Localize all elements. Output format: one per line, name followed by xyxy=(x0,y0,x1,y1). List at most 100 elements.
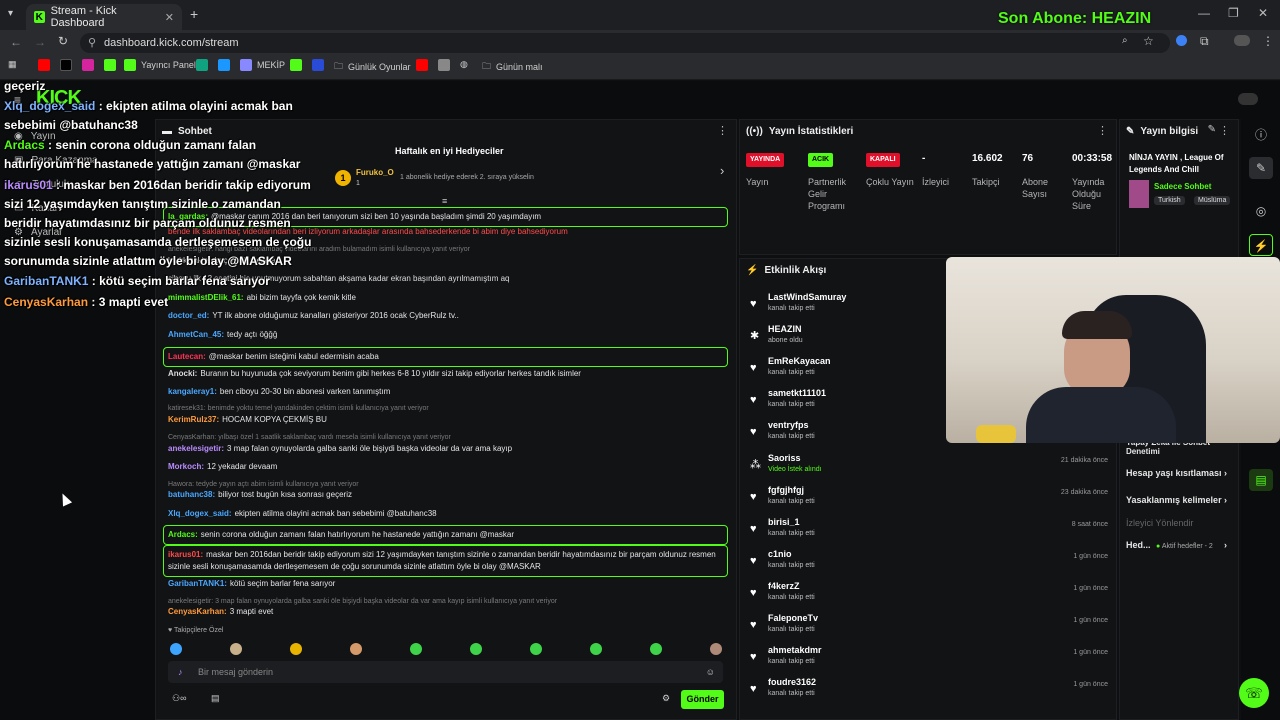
close-window-icon[interactable]: ✕ xyxy=(1258,6,1268,20)
chat-username[interactable]: mimmalistDElik_61: xyxy=(168,293,244,302)
emote-icon[interactable] xyxy=(530,643,542,655)
event-item[interactable]: ♥ f4kerzZ kanalı takip etti 1 gün önce xyxy=(744,581,1114,611)
emoji-icon[interactable]: ☺ xyxy=(706,661,715,683)
target-rail-icon[interactable]: ◎ xyxy=(1249,200,1273,222)
new-tab-icon[interactable]: + xyxy=(190,6,198,22)
event-username[interactable]: HEAZIN xyxy=(768,324,802,334)
chat-message[interactable]: KerimRulz37: HOCAM KOPYA ÇEKMİŞ BU xyxy=(168,414,728,426)
chat-username[interactable]: doctor_ed: xyxy=(168,311,209,320)
bookmark-gunun-mali[interactable]: 🗀 Günün malı xyxy=(482,59,543,75)
chat-username[interactable]: Morkoch: xyxy=(168,462,204,471)
chat-message[interactable]: ikarus01: maskar ben 2016dan beridir taki… xyxy=(163,545,728,577)
link-icon[interactable]: ⚇∞ xyxy=(172,693,186,704)
bookmark-mekip[interactable]: MEKİP xyxy=(240,59,285,71)
chat-username[interactable]: ikarus01: xyxy=(168,550,203,559)
pen-rail-icon[interactable]: ✎ xyxy=(1249,157,1273,179)
edit-icon[interactable]: ✎ xyxy=(1208,124,1216,135)
bookmark-star-icon[interactable]: ☆ xyxy=(1143,34,1154,48)
chat-message[interactable]: batuhanc38: biliyor tost bugün kısa sonra… xyxy=(168,489,728,501)
chat-username[interactable]: AhmetCan_45: xyxy=(168,330,224,339)
reload-icon[interactable]: ↻ xyxy=(58,34,68,48)
chat-username[interactable]: Lautecan: xyxy=(168,352,206,361)
event-item[interactable]: ♥ fgfgjhfgj kanalı takip etti 23 dakika önc… xyxy=(744,485,1114,515)
youtube-bookmark[interactable] xyxy=(38,59,50,71)
chatgpt-bookmark[interactable] xyxy=(196,59,208,71)
event-username[interactable]: foudre3162 xyxy=(768,677,816,687)
bookmark-gunluk-oyunlar[interactable]: 🗀 Günlük Oyunlar xyxy=(334,59,411,75)
x-bookmark[interactable] xyxy=(60,59,72,71)
chat-message[interactable]: CenyasKarhan: 3 mapti evet xyxy=(168,606,728,618)
extensions-puzzle-icon[interactable]: ⧉ xyxy=(1200,34,1209,49)
chat-message[interactable]: kangaleray1: ben ciboyu 20-30 bin abonesi… xyxy=(168,386,728,398)
chat-settings-icon[interactable]: ⚙ xyxy=(662,693,670,704)
emote-icon[interactable] xyxy=(710,643,722,655)
maximize-icon[interactable]: ❐ xyxy=(1228,6,1239,20)
event-item[interactable]: ♥ FaleponeTv kanalı takip etti 1 gün önce xyxy=(744,613,1114,643)
bookmark-streamer-panel[interactable]: Yayıncı Paneli xyxy=(124,59,198,71)
chat-message[interactable]: Anocki: Buranın bu huyunuda çok seviyorum… xyxy=(168,368,728,380)
category-name[interactable]: Sadece Sohbet xyxy=(1154,182,1211,191)
event-username[interactable]: LastWindSamuray xyxy=(768,292,846,302)
chat-message[interactable]: AhmetCan_45: tedy açtı öğğğ xyxy=(168,329,728,341)
chat-message[interactable]: Xlq_dogex_said: ekipten atilma olayini ac… xyxy=(168,508,728,520)
event-username[interactable]: c1nio xyxy=(768,549,792,559)
chat-username[interactable]: GaribanTANK1: xyxy=(168,579,227,588)
chat-username[interactable]: Xlq_dogex_said: xyxy=(168,509,232,518)
event-username[interactable]: fgfgjhfgj xyxy=(768,485,804,495)
apps-grid-icon[interactable]: ▦ xyxy=(8,59,17,70)
youtube-bookmark-2[interactable] xyxy=(416,59,428,71)
kick-bookmark[interactable] xyxy=(104,59,116,71)
zoom-icon[interactable]: ⌕ xyxy=(1122,35,1128,46)
chat-username[interactable]: kangaleray1: xyxy=(168,387,217,396)
event-username[interactable]: birisi_1 xyxy=(768,517,800,527)
info-rail-icon[interactable]: ⓘ xyxy=(1249,124,1273,146)
event-username[interactable]: EmReKayacan xyxy=(768,356,831,366)
account-age-link[interactable]: Hesap yaşı kısıtlaması › xyxy=(1126,468,1227,478)
category-thumbnail[interactable] xyxy=(1129,180,1149,208)
chat-message[interactable]: doctor_ed: YT ilk abone olduğumuz kanalla… xyxy=(168,310,728,322)
globe-bookmark[interactable]: ◍ xyxy=(460,59,468,70)
next-arrow-icon[interactable]: › xyxy=(720,163,724,178)
prime-bookmark[interactable] xyxy=(218,59,230,71)
emote-icon[interactable] xyxy=(290,643,302,655)
user-avatar[interactable] xyxy=(1238,93,1258,105)
lightning-rail-icon[interactable]: ⚡ xyxy=(1249,234,1273,256)
chat-message[interactable]: anekelesigetir: 3 map falan oynuyolarda g… xyxy=(168,443,728,455)
chat-message[interactable]: Ardacs: senin corona olduğun zamanı falan… xyxy=(163,525,728,545)
chat-message[interactable]: Lautecan: @maskar benim isteğimi kabul ed… xyxy=(163,347,728,367)
emote-icon[interactable] xyxy=(230,643,242,655)
chat-username[interactable]: anekelesigetir: xyxy=(168,444,224,453)
extension-icon[interactable] xyxy=(1176,35,1187,46)
emote-icon[interactable] xyxy=(170,643,182,655)
store-icon[interactable]: ▤ xyxy=(211,693,220,704)
forward-icon[interactable]: → xyxy=(34,35,46,49)
chat-username[interactable]: Ardacs: xyxy=(168,530,198,539)
support-chat-icon[interactable]: ☏ xyxy=(1239,678,1269,708)
send-button[interactable]: Gönder xyxy=(681,690,724,709)
chat-message[interactable]: GaribanTANK1: kötü seçim barlar fena sarı… xyxy=(168,578,728,590)
event-item[interactable]: ♥ ahmetakdmr kanalı takip etti 1 gün önce xyxy=(744,645,1114,675)
image-bookmark[interactable] xyxy=(438,59,450,71)
chat-username[interactable]: CenyasKarhan: xyxy=(168,607,227,616)
emote-icon[interactable] xyxy=(350,643,362,655)
event-username[interactable]: sametkt11101 xyxy=(768,388,826,398)
top-gifter-name[interactable]: Furuko_O xyxy=(356,168,394,177)
tab-list-icon[interactable]: ▾ xyxy=(8,8,13,19)
event-item[interactable]: ♥ c1nio kanalı takip etti 1 gün önce xyxy=(744,549,1114,579)
goals-row[interactable]: Hed... ● Aktif hedefler - 2 › xyxy=(1126,540,1227,550)
instagram-bookmark[interactable] xyxy=(82,59,94,71)
microphone-icon[interactable]: ♪ xyxy=(178,661,183,683)
banned-words-link[interactable]: Yasaklanmış kelimeler › xyxy=(1126,495,1227,505)
chat-username[interactable]: batuhanc38: xyxy=(168,490,215,499)
viewer-redirect-link[interactable]: İzleyici Yönlendir xyxy=(1126,518,1193,528)
kick-bookmark-2[interactable] xyxy=(290,59,302,71)
emote-icon[interactable] xyxy=(470,643,482,655)
chat-username[interactable]: Anocki: xyxy=(168,369,197,378)
event-item[interactable]: ♥ foudre3162 kanalı takip etti 1 gün önce xyxy=(744,677,1114,707)
browser-menu-icon[interactable]: ⋮ xyxy=(1262,34,1274,48)
event-username[interactable]: ahmetakdmr xyxy=(768,645,822,655)
chat-message[interactable]: Morkoch: 12 yekadar devaam xyxy=(168,461,728,473)
emote-icon[interactable] xyxy=(590,643,602,655)
back-icon[interactable]: ← xyxy=(10,35,22,49)
chat-menu-icon[interactable]: ⋮ xyxy=(717,124,728,137)
